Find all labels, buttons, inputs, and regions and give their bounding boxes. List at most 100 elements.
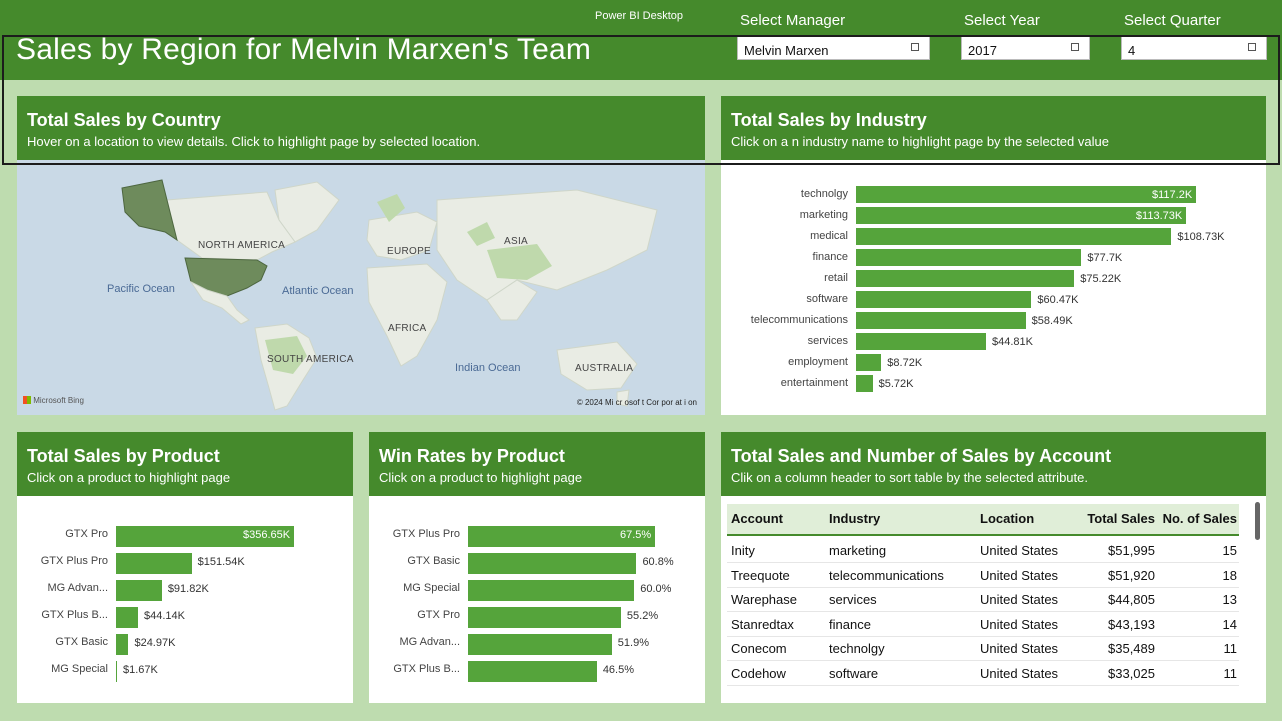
bar-category-label[interactable]: GTX Pro <box>369 609 460 621</box>
bar-value-label: $75.22K <box>1080 273 1122 285</box>
bar-category-label[interactable]: retail <box>721 272 848 284</box>
bar[interactable] <box>856 333 986 350</box>
table-row[interactable]: Treequote telecommunications United States… <box>727 563 1239 588</box>
bar[interactable] <box>856 312 1026 329</box>
table-cell: $43,193 <box>1108 616 1155 632</box>
bar[interactable] <box>116 607 139 628</box>
bar-value-label: 60.8% <box>642 556 674 568</box>
table-cell: $44,805 <box>1108 592 1155 608</box>
table-row[interactable]: Inity marketing United States $51,995 15 <box>727 538 1239 563</box>
bar-category-label[interactable]: services <box>721 335 848 347</box>
bar[interactable] <box>856 270 1075 287</box>
year-slicer[interactable]: 2017 <box>961 36 1090 60</box>
checkbox-icon[interactable] <box>1248 43 1256 51</box>
bar-category-label[interactable]: GTX Plus Pro <box>369 528 460 540</box>
map-label-africa: AFRICA <box>388 323 427 334</box>
card-header: Win Rates by Product Click on a product … <box>369 432 705 496</box>
manager-slicer-label: Select Manager <box>740 12 846 29</box>
table-cell: telecommunications <box>829 567 944 583</box>
map-label-europe: EUROPE <box>387 246 432 257</box>
column-header[interactable]: Industry <box>829 511 880 526</box>
bar[interactable] <box>116 661 117 682</box>
quarter-slicer[interactable]: 4 <box>1121 36 1267 60</box>
bar[interactable] <box>116 553 192 574</box>
bar[interactable] <box>856 375 873 392</box>
table-cell: United States <box>980 666 1059 681</box>
bar-value-label: $108.73K <box>1177 231 1225 243</box>
table-cell: Conecom <box>731 641 787 657</box>
table-cell: $51,995 <box>1108 543 1155 558</box>
app-title: Power BI Desktop <box>595 10 684 22</box>
bar-category-label[interactable]: medical <box>721 230 848 242</box>
bar[interactable] <box>468 580 635 601</box>
map-label-australia: AUSTRALIA <box>575 363 634 374</box>
table-cell: Treequote <box>731 567 790 583</box>
bar[interactable] <box>116 634 129 655</box>
table-cell: 13 <box>1222 592 1237 608</box>
table-cell: $51,920 <box>1108 567 1155 583</box>
bar-category-label[interactable]: GTX Pro <box>17 528 108 540</box>
map-label-pacific: Pacific Ocean <box>107 283 175 295</box>
world-map[interactable]: NORTH AMERICA EUROPE ASIA AFRICA SOUTH A… <box>17 160 705 415</box>
card-title: Total Sales by Country <box>27 110 221 130</box>
column-header[interactable]: Total Sales <box>1087 511 1155 526</box>
card-header: Total Sales by Product Click on a produc… <box>17 432 353 496</box>
manager-slicer[interactable]: Melvin Marxen <box>737 36 930 60</box>
bar-category-label[interactable]: MG Special <box>369 582 460 594</box>
bar-category-label[interactable]: entertainment <box>721 377 848 389</box>
bar[interactable] <box>856 228 1172 245</box>
bar-category-label[interactable]: GTX Basic <box>369 555 460 567</box>
table-header-row: Account Industry Location Total Sales No. of… <box>727 504 1239 536</box>
card-subtitle: Click on a product to highlight page <box>27 470 231 485</box>
product-chart-card: Total Sales by Product Click on a produc… <box>17 432 353 703</box>
bar-value-label: $24.97K <box>134 637 176 649</box>
card-subtitle: Clik on a column header to sort table by… <box>731 470 1088 485</box>
table-row[interactable]: Warephase services United States $44,805 13 <box>727 587 1239 613</box>
bar[interactable] <box>468 553 637 574</box>
table-row[interactable]: Conecom technolgy United States $35,489 11 <box>727 636 1239 662</box>
table-cell: marketing <box>829 543 887 558</box>
bar[interactable] <box>468 634 612 655</box>
bar[interactable] <box>468 607 621 628</box>
bar-category-label[interactable]: GTX Plus B... <box>17 609 108 621</box>
bar[interactable] <box>856 354 882 371</box>
bar-category-label[interactable]: telecommunications <box>721 314 848 326</box>
country-map-card: Total Sales by Country Hover on a locati… <box>17 96 705 415</box>
checkbox-icon[interactable] <box>1071 43 1079 51</box>
column-header[interactable]: Location <box>980 511 1034 526</box>
bar-category-label[interactable]: software <box>721 293 848 305</box>
table-scrollbar[interactable] <box>1255 502 1260 540</box>
bar[interactable] <box>856 291 1032 308</box>
bar-category-label[interactable]: technolgy <box>721 188 848 200</box>
map-label-north-america: NORTH AMERICA <box>198 240 286 251</box>
checkbox-icon[interactable] <box>911 43 919 51</box>
table-cell: finance <box>829 616 871 632</box>
bar-category-label[interactable]: finance <box>721 251 848 263</box>
bar[interactable] <box>856 249 1082 266</box>
bar-category-label[interactable]: GTX Plus B... <box>369 663 460 675</box>
column-header[interactable]: No. of Sales <box>1163 511 1237 526</box>
bar[interactable] <box>468 661 597 682</box>
bar-category-label[interactable]: employment <box>721 356 848 368</box>
table-row[interactable]: Codehow software United States $33,025 11 <box>727 661 1239 686</box>
bar[interactable] <box>116 580 162 601</box>
bar-category-label[interactable]: MG Advan... <box>17 582 108 594</box>
card-header: Total Sales by Country Hover on a locati… <box>17 96 705 160</box>
card-title: Total Sales by Product <box>27 446 220 466</box>
table-cell: 18 <box>1222 567 1237 583</box>
bar-category-label[interactable]: GTX Basic <box>17 636 108 648</box>
bar-category-label[interactable]: MG Special <box>17 663 108 675</box>
card-header: Total Sales by Industry Click on a n ind… <box>721 96 1266 160</box>
account-table-card: Total Sales and Number of Sales by Accou… <box>721 432 1266 703</box>
map-attribution: Microsoft Bing <box>33 396 84 405</box>
manager-slicer-value: Melvin Marxen <box>744 43 829 58</box>
bar-category-label[interactable]: marketing <box>721 209 848 221</box>
card-subtitle: Hover on a location to view details. Cli… <box>27 134 481 149</box>
bar[interactable] <box>856 186 1196 203</box>
column-header[interactable]: Account <box>731 511 783 526</box>
table-row[interactable]: Stanredtax finance United States $43,193 14 <box>727 612 1239 637</box>
table-cell: 11 <box>1223 641 1238 657</box>
bar-value-label: $1.67K <box>123 664 158 676</box>
bar-category-label[interactable]: MG Advan... <box>369 636 460 648</box>
bar-category-label[interactable]: GTX Plus Pro <box>17 555 108 567</box>
